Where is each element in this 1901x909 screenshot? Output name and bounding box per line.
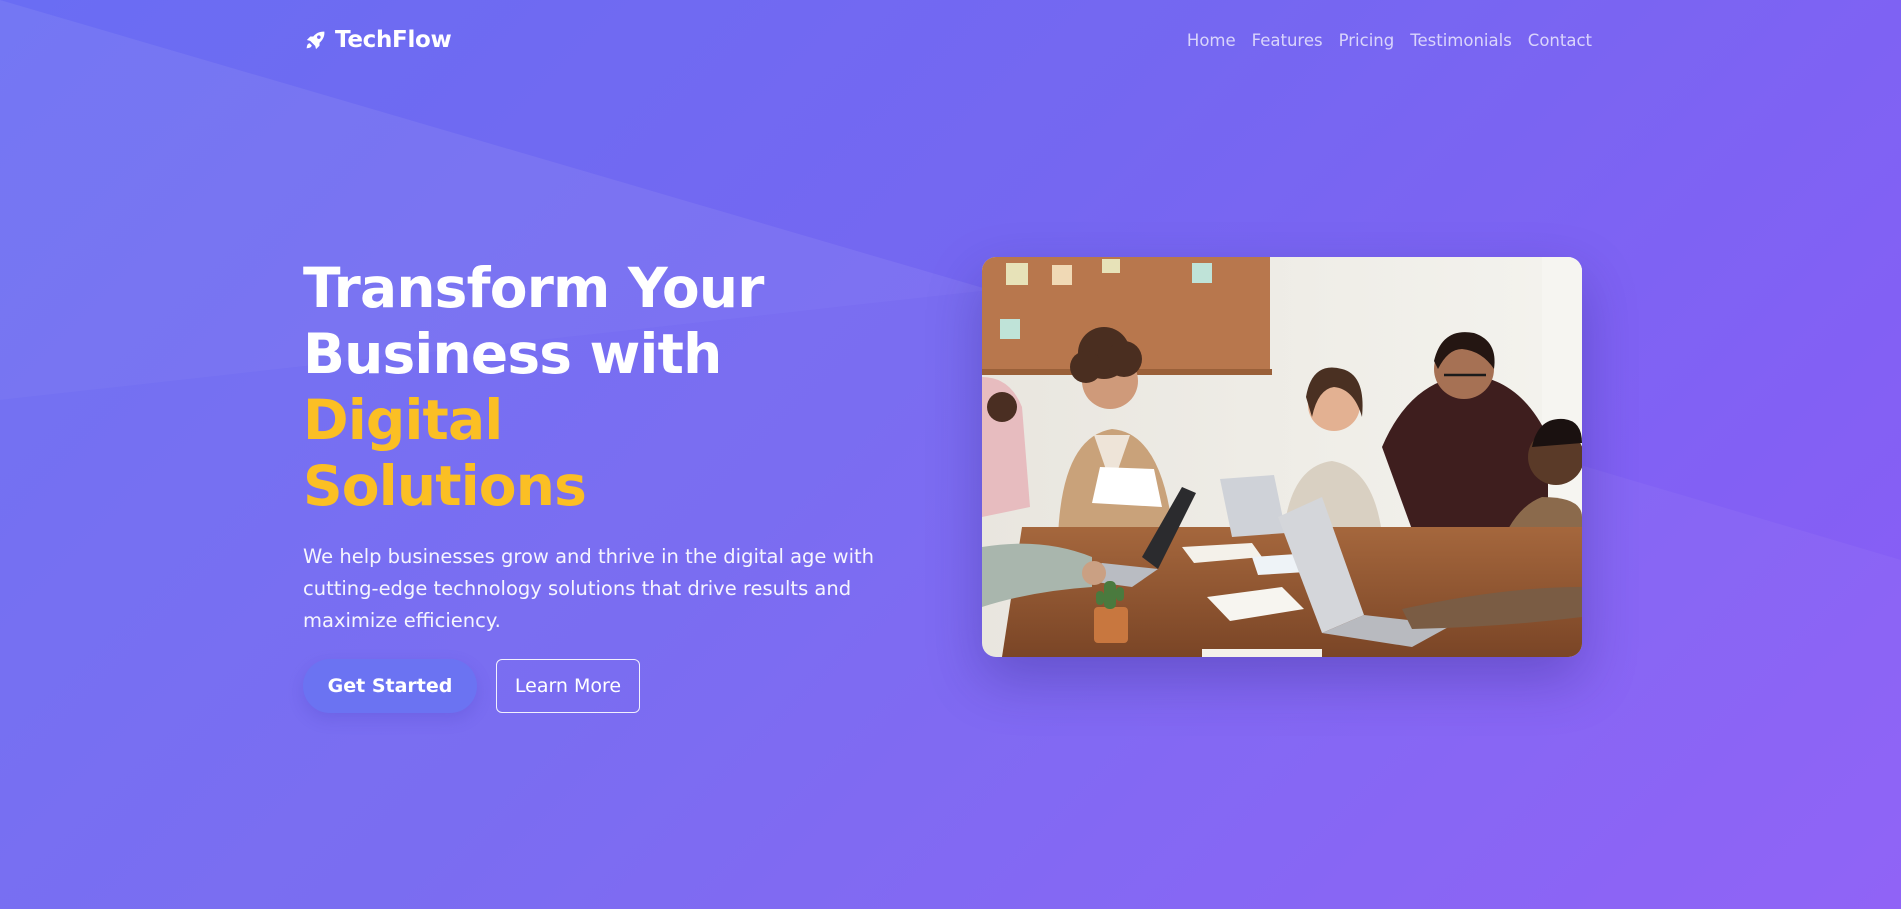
nav-link-features[interactable]: Features <box>1252 31 1323 50</box>
hero-content: Transform Your Business with Digital Sol… <box>303 255 923 713</box>
nav-menu: Home Features Pricing Testimonials Conta… <box>1187 31 1592 50</box>
learn-more-button[interactable]: Learn More <box>496 659 640 713</box>
background-shapes <box>0 0 1901 909</box>
team-meeting-photo <box>982 257 1582 657</box>
hero-description: We help businesses grow and thrive in th… <box>303 545 875 632</box>
hero-title-accent-digital: Digital <box>303 388 503 452</box>
navbar: TechFlow Home Features Pricing Testimoni… <box>303 22 1592 58</box>
nav-link-pricing[interactable]: Pricing <box>1339 31 1395 50</box>
nav-link-contact[interactable]: Contact <box>1528 31 1592 50</box>
nav-link-testimonials[interactable]: Testimonials <box>1410 31 1512 50</box>
brand-logo-link[interactable]: TechFlow <box>303 27 452 53</box>
hero-title-accent-solutions: Solutions <box>303 454 587 518</box>
hero-buttons: Get Started Learn More <box>303 659 923 713</box>
brand-name: TechFlow <box>335 27 452 53</box>
rocket-icon <box>303 28 328 53</box>
hero-title: Transform Your Business with Digital Sol… <box>303 255 923 519</box>
hero-title-line2: Business with <box>303 322 722 386</box>
nav-link-home[interactable]: Home <box>1187 31 1236 50</box>
hero-title-line1: Transform Your <box>303 256 764 320</box>
get-started-button[interactable]: Get Started <box>303 659 477 713</box>
